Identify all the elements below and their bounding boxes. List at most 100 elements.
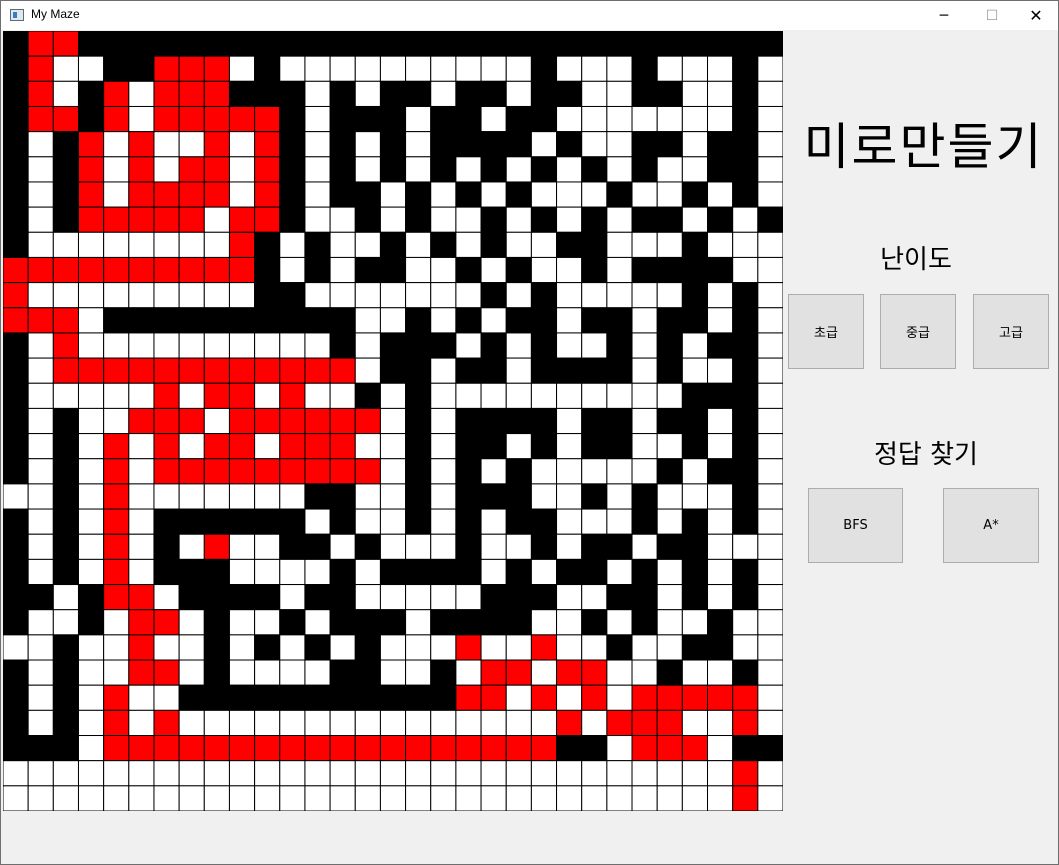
maze-cell-path[interactable] bbox=[128, 558, 155, 586]
maze-cell-path[interactable] bbox=[505, 282, 532, 309]
maze-cell-wall[interactable] bbox=[354, 181, 381, 208]
medium-button[interactable]: 중급 bbox=[880, 294, 956, 369]
maze-cell-path[interactable] bbox=[153, 483, 180, 510]
maze-cell-path[interactable] bbox=[631, 659, 658, 686]
maze-cell-path[interactable] bbox=[27, 558, 54, 586]
maze-cell-solution[interactable] bbox=[203, 156, 230, 183]
maze-cell-path[interactable] bbox=[279, 634, 306, 661]
maze-cell-solution[interactable] bbox=[530, 735, 558, 762]
maze-cell-path[interactable] bbox=[480, 307, 507, 334]
maze-cell-wall[interactable] bbox=[203, 684, 230, 711]
maze-cell-path[interactable] bbox=[556, 282, 583, 309]
maze-cell-wall[interactable] bbox=[656, 31, 683, 57]
maze-cell-wall[interactable] bbox=[3, 558, 29, 586]
maze-cell-wall[interactable] bbox=[656, 533, 683, 560]
maze-cell-path[interactable] bbox=[606, 231, 633, 258]
maze-cell-wall[interactable] bbox=[153, 31, 180, 57]
maze-cell-path[interactable] bbox=[304, 181, 331, 208]
maze-cell-path[interactable] bbox=[279, 785, 306, 811]
maze-cell-wall[interactable] bbox=[379, 256, 407, 284]
maze-cell-wall[interactable] bbox=[732, 458, 759, 485]
maze-cell-path[interactable] bbox=[354, 357, 381, 384]
maze-cell-wall[interactable] bbox=[203, 659, 230, 686]
maze-cell-wall[interactable] bbox=[606, 407, 633, 435]
maze-cell-path[interactable] bbox=[354, 760, 381, 787]
maze-cell-path[interactable] bbox=[27, 483, 54, 510]
maze-cell-path[interactable] bbox=[430, 80, 457, 107]
maze-cell-path[interactable] bbox=[757, 282, 783, 309]
maze-cell-path[interactable] bbox=[77, 508, 105, 535]
maze-cell-wall[interactable] bbox=[681, 307, 709, 334]
maze-cell-solution[interactable] bbox=[153, 256, 180, 284]
maze-cell-path[interactable] bbox=[556, 307, 583, 334]
maze-cell-wall[interactable] bbox=[405, 357, 432, 384]
maze-cell-solution[interactable] bbox=[228, 433, 256, 460]
maze-cell-path[interactable] bbox=[354, 156, 381, 183]
maze-cell-wall[interactable] bbox=[480, 206, 507, 233]
maze-cell-solution[interactable] bbox=[178, 357, 205, 384]
maze-cell-solution[interactable] bbox=[52, 332, 79, 359]
maze-cell-path[interactable] bbox=[757, 760, 783, 787]
maze-cell-solution[interactable] bbox=[455, 735, 482, 762]
maze-cell-wall[interactable] bbox=[505, 508, 532, 535]
maze-cell-path[interactable] bbox=[77, 407, 105, 435]
maze-cell-path[interactable] bbox=[430, 206, 457, 233]
maze-cell-solution[interactable] bbox=[254, 407, 281, 435]
maze-cell-path[interactable] bbox=[455, 382, 482, 409]
maze-cell-path[interactable] bbox=[530, 760, 558, 787]
maze-cell-path[interactable] bbox=[681, 332, 709, 359]
maze-cell-wall[interactable] bbox=[530, 332, 558, 359]
maze-cell-wall[interactable] bbox=[581, 609, 608, 636]
maze-cell-wall[interactable] bbox=[329, 131, 356, 158]
maze-cell-solution[interactable] bbox=[103, 709, 130, 737]
maze-cell-path[interactable] bbox=[228, 156, 256, 183]
maze-cell-path[interactable] bbox=[379, 760, 407, 787]
maze-cell-path[interactable] bbox=[581, 458, 608, 485]
maze-cell-solution[interactable] bbox=[27, 55, 54, 82]
maze-cell-path[interactable] bbox=[757, 80, 783, 107]
maze-cell-solution[interactable] bbox=[681, 684, 709, 711]
maze-cell-solution[interactable] bbox=[228, 231, 256, 258]
maze-cell-wall[interactable] bbox=[254, 307, 281, 334]
maze-cell-wall[interactable] bbox=[707, 31, 734, 57]
maze-cell-path[interactable] bbox=[656, 609, 683, 636]
maze-cell-solution[interactable] bbox=[77, 181, 105, 208]
maze-cell-wall[interactable] bbox=[530, 156, 558, 183]
maze-cell-path[interactable] bbox=[354, 131, 381, 158]
maze-cell-solution[interactable] bbox=[354, 407, 381, 435]
maze-cell-wall[interactable] bbox=[480, 407, 507, 435]
maze-cell-path[interactable] bbox=[707, 483, 734, 510]
maze-cell-wall[interactable] bbox=[203, 609, 230, 636]
maze-cell-solution[interactable] bbox=[581, 659, 608, 686]
maze-cell-solution[interactable] bbox=[228, 256, 256, 284]
maze-cell-solution[interactable] bbox=[556, 709, 583, 737]
maze-cell-solution[interactable] bbox=[480, 684, 507, 711]
maze-cell-wall[interactable] bbox=[606, 533, 633, 560]
maze-cell-path[interactable] bbox=[379, 206, 407, 233]
maze-cell-solution[interactable] bbox=[153, 80, 180, 107]
maze-cell-wall[interactable] bbox=[103, 31, 130, 57]
maze-cell-path[interactable] bbox=[153, 785, 180, 811]
maze-cell-path[interactable] bbox=[77, 483, 105, 510]
maze-cell-wall[interactable] bbox=[430, 131, 457, 158]
maze-cell-path[interactable] bbox=[27, 760, 54, 787]
maze-cell-path[interactable] bbox=[77, 55, 105, 82]
maze-cell-path[interactable] bbox=[530, 181, 558, 208]
maze-cell-wall[interactable] bbox=[556, 558, 583, 586]
maze-cell-path[interactable] bbox=[228, 760, 256, 787]
maze-cell-wall[interactable] bbox=[757, 735, 783, 762]
maze-cell-path[interactable] bbox=[329, 760, 356, 787]
maze-cell-path[interactable] bbox=[631, 458, 658, 485]
maze-cell-wall[interactable] bbox=[606, 181, 633, 208]
maze-cell-path[interactable] bbox=[77, 382, 105, 409]
maze-cell-solution[interactable] bbox=[52, 307, 79, 334]
easy-button[interactable]: 초급 bbox=[788, 294, 864, 369]
maze-cell-path[interactable] bbox=[27, 282, 54, 309]
maze-cell-wall[interactable] bbox=[354, 382, 381, 409]
maze-cell-solution[interactable] bbox=[279, 433, 306, 460]
maze-cell-path[interactable] bbox=[304, 785, 331, 811]
maze-cell-solution[interactable] bbox=[505, 735, 532, 762]
maze-cell-path[interactable] bbox=[480, 558, 507, 586]
maze-cell-path[interactable] bbox=[606, 483, 633, 510]
maze-cell-path[interactable] bbox=[178, 131, 205, 158]
